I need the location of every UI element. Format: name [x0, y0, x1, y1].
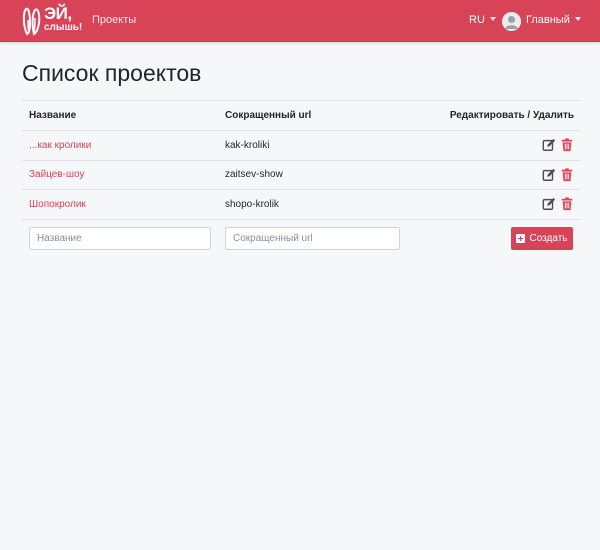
- project-short-url: shopo-krolik: [225, 198, 279, 210]
- trash-icon[interactable]: [560, 168, 574, 182]
- user-avatar-icon: [502, 12, 521, 31]
- table-row: ...как кролики kak-kroliki: [22, 130, 581, 160]
- chevron-down-icon: [574, 17, 581, 21]
- nav-projects-link[interactable]: Проекты: [92, 14, 136, 26]
- project-link[interactable]: Шопокролик: [29, 199, 86, 210]
- edit-icon[interactable]: [542, 168, 556, 182]
- create-button-label: Создать: [529, 232, 568, 244]
- language-dropdown[interactable]: RU: [469, 14, 496, 26]
- top-navbar: ЭЙ, слышь! Проекты RU Главный: [0, 0, 600, 42]
- table-row: Зайцев-шоу zaitsev-show: [22, 159, 581, 190]
- create-project-form: Создать: [22, 218, 581, 257]
- rabbit-ears-logo-icon: [22, 7, 41, 36]
- edit-icon[interactable]: [542, 197, 556, 211]
- brand-main-text: ЭЙ,: [44, 4, 72, 23]
- trash-icon[interactable]: [560, 197, 574, 211]
- brand-logo[interactable]: ЭЙ, слышь!: [22, 4, 82, 36]
- row-actions: [542, 190, 574, 219]
- project-link[interactable]: ...как кролики: [29, 140, 91, 151]
- project-short-url: kak-kroliki: [225, 139, 270, 151]
- chevron-down-icon: [489, 17, 496, 21]
- column-header-short-url: Сокращенный url: [225, 110, 312, 121]
- project-name-input[interactable]: [29, 226, 211, 250]
- brand-sub-text: слышь!: [44, 22, 83, 33]
- user-name: Главный: [526, 14, 570, 26]
- column-header-actions: Редактировать / Удалить: [449, 110, 574, 121]
- language-label: RU: [469, 14, 485, 26]
- project-short-url: zaitsev-show: [225, 169, 283, 181]
- page-title: Список проектов: [22, 60, 202, 86]
- table-row: Шопокролик shopo-krolik: [22, 189, 581, 219]
- project-link[interactable]: Зайцев-шоу: [29, 169, 84, 180]
- row-actions: [542, 161, 574, 190]
- project-short-url-input[interactable]: [225, 226, 400, 250]
- table-header-row: Название Сокращенный url Редактировать /…: [22, 100, 581, 130]
- projects-table: Название Сокращенный url Редактировать /…: [22, 100, 581, 257]
- edit-icon[interactable]: [542, 138, 556, 152]
- trash-icon[interactable]: [560, 138, 574, 152]
- create-project-button[interactable]: Создать: [511, 226, 573, 250]
- plus-square-icon: [516, 233, 526, 243]
- row-actions: [542, 131, 574, 160]
- user-menu-dropdown[interactable]: Главный: [526, 14, 581, 26]
- avatar[interactable]: [502, 12, 521, 31]
- column-header-name: Название: [29, 110, 77, 121]
